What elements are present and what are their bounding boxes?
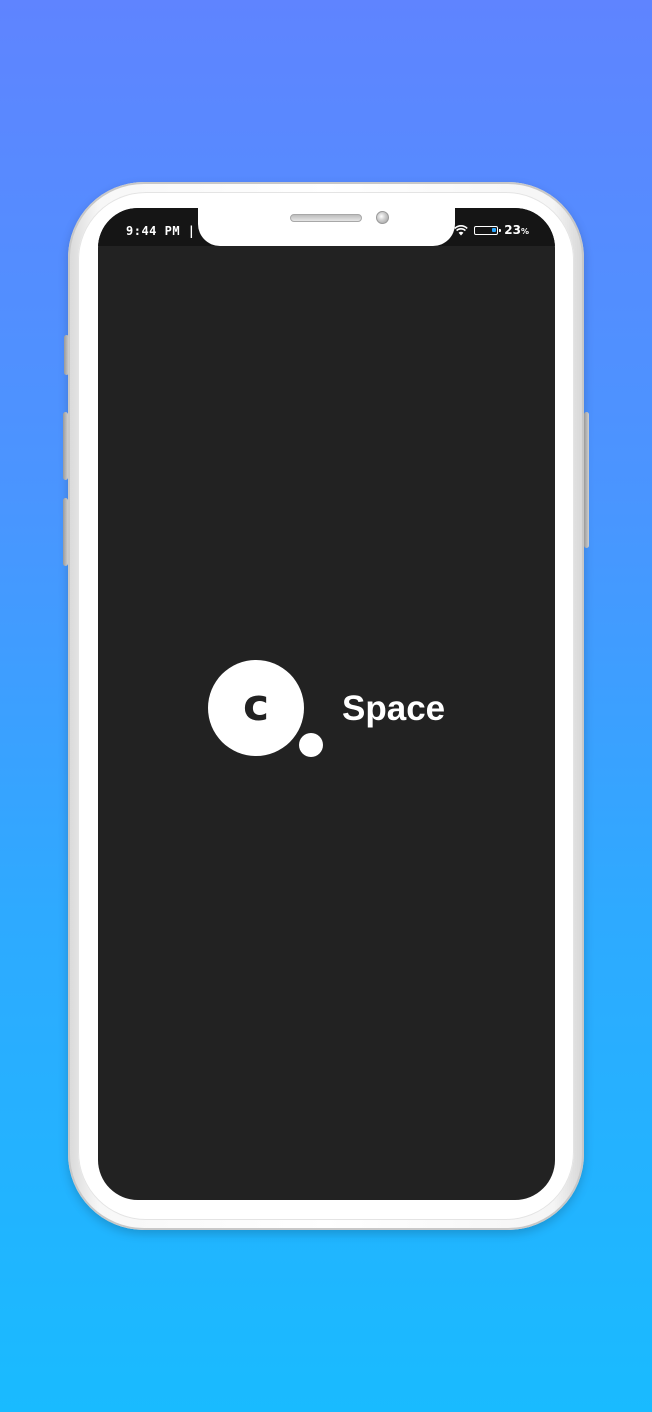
phone-notch (198, 208, 455, 246)
app-logo: c Space (208, 660, 458, 760)
volume-up-button (63, 412, 68, 480)
app-name: Space (342, 689, 446, 728)
volume-down-button (63, 498, 68, 566)
battery-percent: 23% (504, 223, 529, 237)
front-camera (376, 211, 389, 224)
battery-level-fill (492, 227, 497, 232)
logo-circle: c (208, 660, 304, 756)
wifi-icon (454, 224, 469, 236)
power-button (584, 412, 589, 548)
status-icons: 23% (454, 223, 529, 237)
battery-icon (474, 225, 502, 235)
logo-dot (299, 733, 323, 757)
mute-switch (64, 335, 69, 375)
app-screen: 9:44 PM | 0 23% c Space (98, 208, 555, 1200)
logo-letter: c (242, 680, 270, 731)
earpiece-speaker (290, 214, 362, 222)
